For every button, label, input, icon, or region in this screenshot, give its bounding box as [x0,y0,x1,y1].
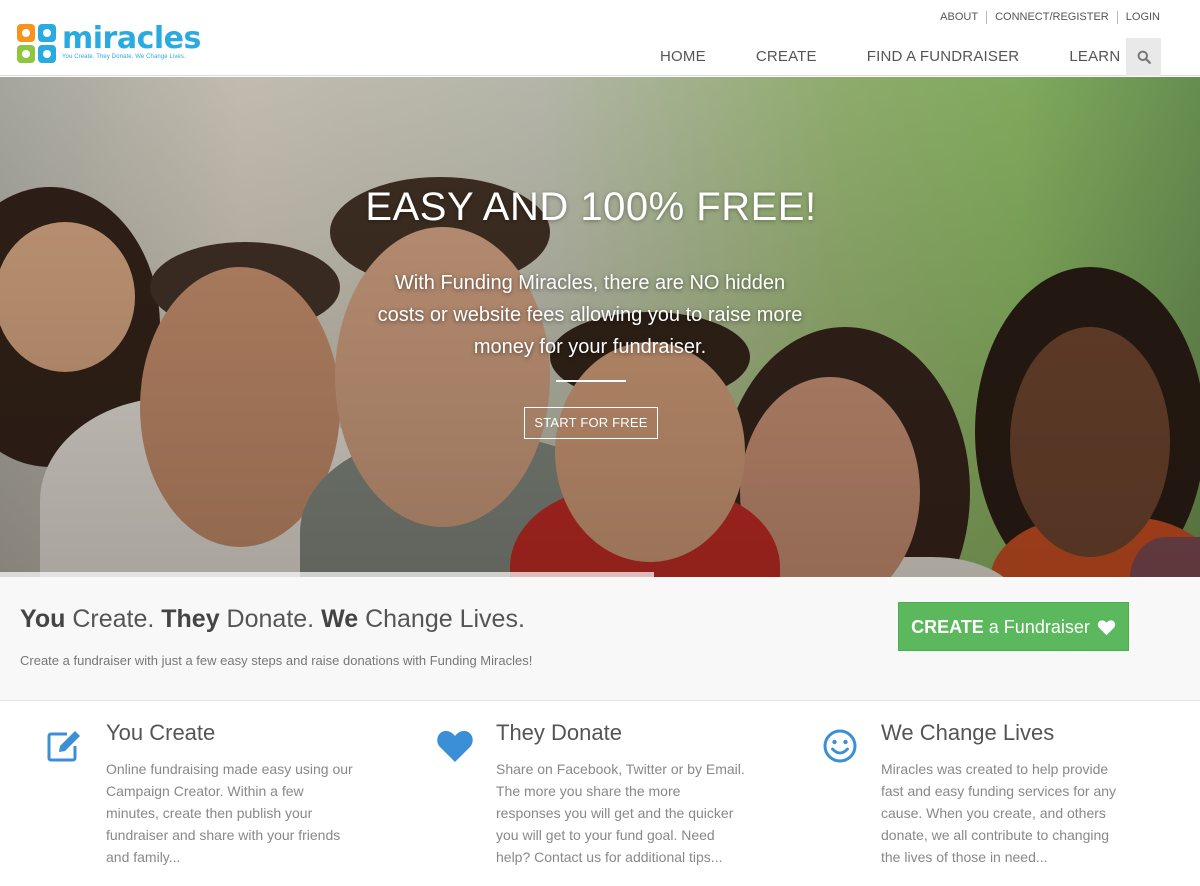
logo-tagline: You Create. They Donate. We Change Lives… [62,54,186,60]
feature-text: Share on Facebook, Twitter or by Email. … [496,761,745,865]
main-nav: HOME CREATE FIND A FUNDRAISER LEARN [660,38,1120,76]
login-link[interactable]: LOGIN [1116,11,1160,24]
search-button[interactable] [1126,38,1161,76]
site-header: miracles You Create. They Donate. We Cha… [0,0,1200,76]
connect-register-link[interactable]: CONNECT/REGISTER [986,11,1117,24]
nav-create[interactable]: CREATE [756,38,817,76]
logo-mark-icon [17,24,57,64]
logo-wordmark: miracles [62,21,201,56]
feature-title: We Change Lives [881,720,1055,745]
search-icon [1137,50,1151,64]
feature-title: They Donate [496,720,622,745]
tagline-band: You Create. They Donate. We Change Lives… [0,577,1200,701]
logo-text: miracles You Create. They Donate. We Cha… [62,21,201,61]
tagline-description: Create a fundraiser with just a few easy… [20,653,533,668]
create-fundraiser-button[interactable]: CREATE a Fundraiser [898,602,1129,651]
hero-title: EASY AND 100% FREE! [365,185,817,229]
heart-icon [437,730,473,762]
feature-text: Miracles was created to help provide fas… [881,761,1117,865]
logo[interactable]: miracles You Create. They Donate. We Cha… [17,24,201,64]
top-links: ABOUT CONNECT/REGISTER LOGIN [932,11,1160,24]
smile-icon [823,729,857,763]
heart-icon [1097,620,1116,636]
hero-banner: EASY AND 100% FREE! With Funding Miracle… [0,77,1200,577]
tagline-heading: You Create. They Donate. We Change Lives… [20,605,525,633]
hero-divider [556,380,626,382]
hero-subtitle: With Funding Miracles, there are NO hidd… [377,272,803,358]
feature-title: You Create [106,720,216,745]
feature-text: Online fundraising made easy using our C… [106,761,353,865]
about-link[interactable]: ABOUT [932,11,986,24]
nav-home[interactable]: HOME [660,38,706,76]
hero-content: EASY AND 100% FREE! With Funding Miracle… [0,77,1200,577]
nav-learn[interactable]: LEARN [1069,38,1120,76]
nav-find-a-fundraiser[interactable]: FIND A FUNDRAISER [867,38,1020,76]
start-for-free-button[interactable]: START FOR FREE [524,407,658,439]
edit-icon [47,731,80,762]
